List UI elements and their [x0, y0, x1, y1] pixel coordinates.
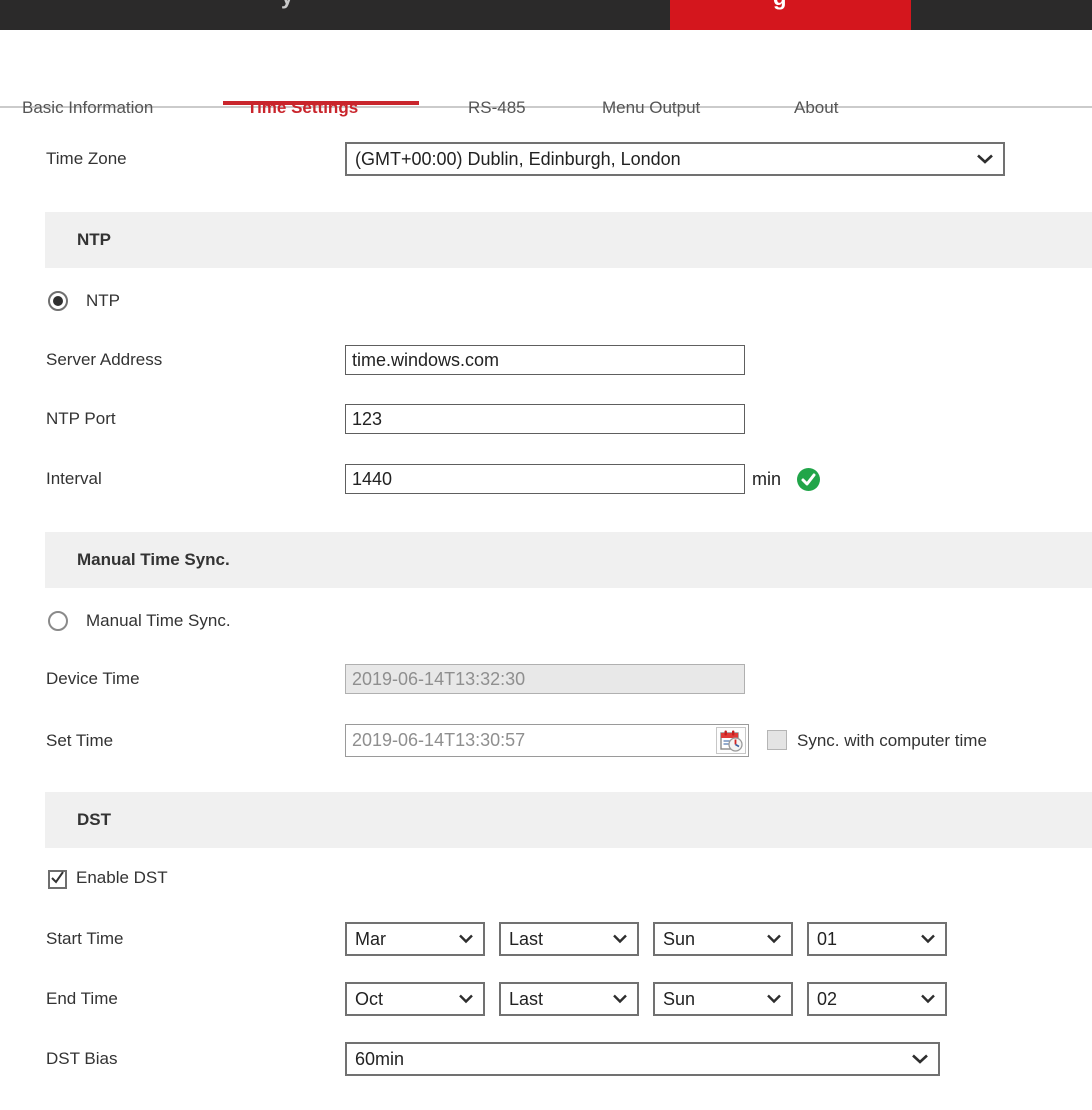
ntp-port-label: NTP Port: [46, 404, 116, 434]
enable-dst-label: Enable DST: [76, 868, 168, 888]
chevron-down-icon: [458, 934, 474, 944]
set-time-label: Set Time: [46, 724, 113, 757]
chevron-down-icon: [976, 154, 994, 165]
interval-unit-label: min: [752, 464, 781, 494]
calendar-picker-button[interactable]: [716, 727, 746, 754]
valid-check-icon: [797, 468, 820, 491]
end-month-value: Oct: [355, 989, 383, 1010]
interval-input[interactable]: [345, 464, 745, 494]
active-tab-underline: [223, 101, 419, 105]
dst-bias-select[interactable]: 60min: [345, 1042, 940, 1076]
start-hour-value: 01: [817, 929, 837, 950]
sync-with-computer-label: Sync. with computer time: [797, 724, 987, 757]
end-time-label: End Time: [46, 982, 118, 1016]
set-time-input[interactable]: [346, 725, 706, 756]
end-week-select[interactable]: Last: [499, 982, 639, 1016]
tab-menu-output[interactable]: Menu Output: [602, 98, 700, 118]
end-hour-select[interactable]: 02: [807, 982, 947, 1016]
ntp-port-input[interactable]: [345, 404, 745, 434]
time-zone-value: (GMT+00:00) Dublin, Edinburgh, London: [355, 149, 681, 170]
ntp-radio-label: NTP: [86, 291, 120, 311]
device-time-label: Device Time: [46, 664, 140, 694]
start-month-value: Mar: [355, 929, 386, 950]
start-day-select[interactable]: Sun: [653, 922, 793, 956]
set-time-field[interactable]: [345, 724, 749, 757]
interval-label: Interval: [46, 464, 102, 494]
enable-dst-checkbox[interactable]: [48, 870, 67, 889]
checkmark-icon: [49, 870, 66, 886]
start-week-select[interactable]: Last: [499, 922, 639, 956]
device-time-input: [345, 664, 745, 694]
end-week-value: Last: [509, 989, 543, 1010]
tab-bar: Basic Information Time Settings RS-485 M…: [0, 30, 1092, 108]
end-month-select[interactable]: Oct: [345, 982, 485, 1016]
top-nav-bar: y g: [0, 0, 1092, 30]
ntp-radio[interactable]: [48, 291, 68, 311]
tab-rs-485[interactable]: RS-485: [468, 98, 526, 118]
ntp-section-header: NTP: [45, 212, 1092, 268]
dst-bias-label: DST Bias: [46, 1042, 118, 1076]
calendar-clock-icon: [719, 729, 744, 753]
chevron-down-icon: [612, 934, 628, 944]
server-address-input[interactable]: [345, 345, 745, 375]
manual-sync-radio[interactable]: [48, 611, 68, 631]
nav-text-fragment: y: [281, 0, 293, 10]
time-zone-select[interactable]: (GMT+00:00) Dublin, Edinburgh, London: [345, 142, 1005, 176]
chevron-down-icon: [766, 994, 782, 1004]
server-address-label: Server Address: [46, 345, 162, 375]
end-hour-value: 02: [817, 989, 837, 1010]
nav-active-text-fragment: g: [773, 0, 786, 11]
manual-sync-radio-label: Manual Time Sync.: [86, 611, 231, 631]
chevron-down-icon: [911, 1054, 929, 1065]
dst-section-header: DST: [45, 792, 1092, 848]
chevron-down-icon: [920, 994, 936, 1004]
start-week-value: Last: [509, 929, 543, 950]
chevron-down-icon: [612, 994, 628, 1004]
time-zone-label: Time Zone: [46, 142, 127, 176]
start-time-label: Start Time: [46, 922, 123, 956]
time-settings-page: y g Basic Information Time Settings RS-4…: [0, 0, 1092, 1110]
sync-with-computer-checkbox[interactable]: [767, 730, 787, 750]
end-day-select[interactable]: Sun: [653, 982, 793, 1016]
dst-bias-value: 60min: [355, 1049, 404, 1070]
chevron-down-icon: [920, 934, 936, 944]
manual-sync-section-header: Manual Time Sync.: [45, 532, 1092, 588]
chevron-down-icon: [766, 934, 782, 944]
tab-about[interactable]: About: [794, 98, 838, 118]
start-hour-select[interactable]: 01: [807, 922, 947, 956]
start-day-value: Sun: [663, 929, 695, 950]
start-month-select[interactable]: Mar: [345, 922, 485, 956]
end-day-value: Sun: [663, 989, 695, 1010]
tab-basic-information[interactable]: Basic Information: [22, 98, 153, 118]
nav-active-item-configuration[interactable]: g: [670, 0, 911, 30]
chevron-down-icon: [458, 994, 474, 1004]
